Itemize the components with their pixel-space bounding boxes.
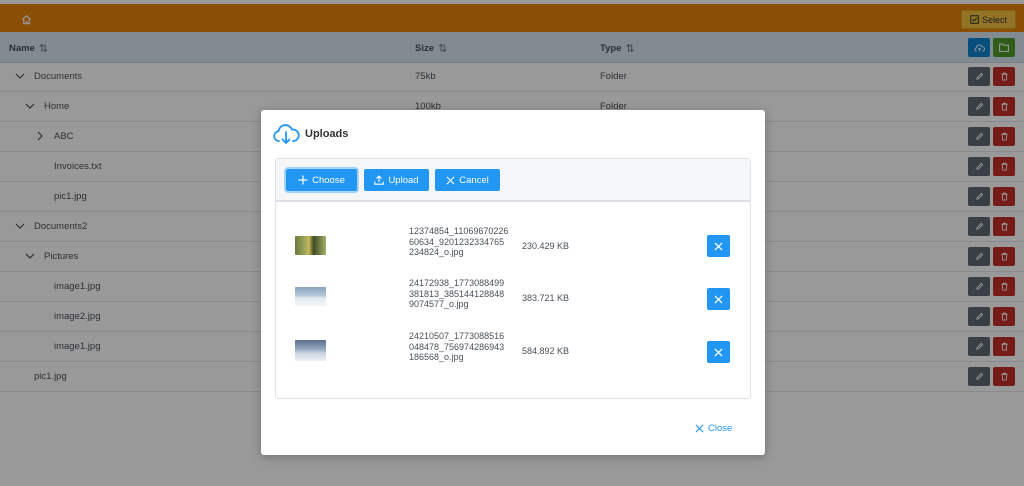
close-icon [695,424,704,433]
file-size: 230.429 KB [522,241,570,251]
file-item: 12374854_1106967022660634_92012323347652… [276,223,750,271]
uploads-dialog: Uploads Choose Upload Cancel 12374854_11… [261,110,765,455]
dialog-title: Uploads [305,128,349,140]
file-upload-toolbar: Choose Upload Cancel [276,159,750,202]
close-icon [714,347,723,357]
file-upload: Choose Upload Cancel 12374854_1106967022… [275,158,751,399]
file-thumbnail [295,287,326,306]
file-thumbnail [295,340,326,361]
file-name: 12374854_1106967022660634_92012323347652… [409,226,509,257]
file-name: 24172938_1773088499381813_38514412884890… [409,278,505,309]
cancel-button[interactable]: Cancel [435,169,500,191]
file-item: 24210507_1773088516048478_75697428694318… [276,329,750,377]
remove-file-button[interactable] [707,341,730,363]
upload-button[interactable]: Upload [364,169,429,191]
close-icon [714,294,723,304]
close-icon [714,241,723,251]
plus-icon [298,175,308,185]
file-thumbnail [295,236,326,255]
cloud-download-icon [273,124,300,144]
file-size: 584.892 KB [522,346,570,356]
remove-file-button[interactable] [707,235,730,257]
file-item: 24172938_1773088499381813_38514412884890… [276,276,750,324]
upload-icon [374,175,385,185]
file-name: 24210507_1773088516048478_75697428694318… [409,331,505,362]
close-icon [446,176,455,184]
close-button[interactable]: Close [695,423,732,434]
remove-file-button[interactable] [707,288,730,310]
choose-button[interactable]: Choose [286,169,357,191]
file-size: 383.721 KB [522,293,570,303]
dialog-header: Uploads [271,122,348,146]
